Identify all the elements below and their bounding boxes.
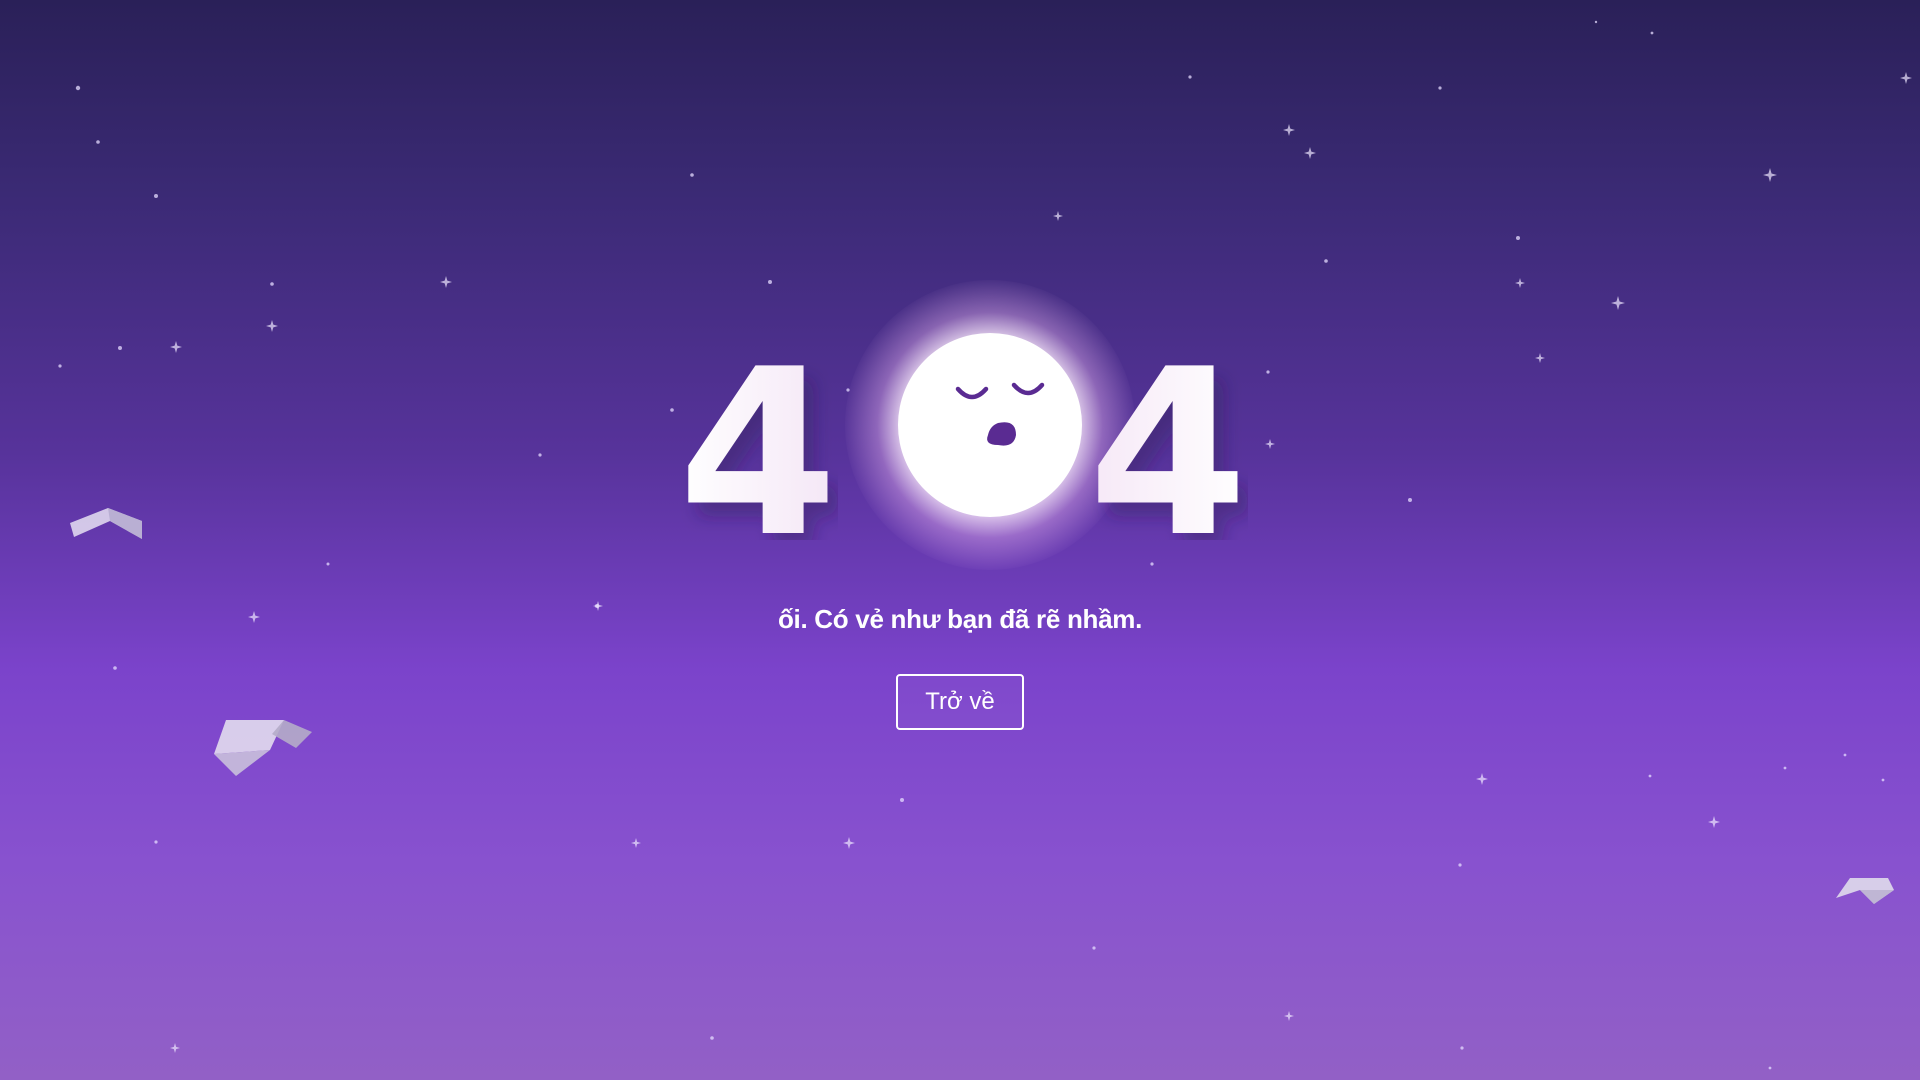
sparkle-star-icon [440,276,452,288]
star-dot [900,798,904,802]
star-dot [710,1036,714,1040]
sparkle-star-icon [1535,353,1545,363]
error-code-404: 4 4 [660,280,1260,570]
star-dot [1458,863,1462,867]
sparkle-star-icon [170,1043,180,1053]
star-dot [1768,1066,1772,1070]
sparkle-star-icon [1283,124,1295,136]
paper-shard-icon [1836,878,1894,904]
star-dot [1460,1046,1464,1050]
sparkle-star-icon [170,341,182,353]
star-dot [75,85,81,91]
sparkle-star-icon [1265,439,1275,449]
error-code-digit-first: 4 [678,340,838,540]
sparkle-star-icon [1053,211,1063,221]
star-dot [113,666,117,670]
sparkle-star-icon [1304,147,1316,159]
star-dot [270,282,274,286]
star-dot [1266,370,1270,374]
error-code-digit-last: 4 [1088,340,1248,540]
star-dot [1324,259,1328,263]
star-dot [1648,774,1652,778]
star-dot [538,453,542,457]
star-dot [154,194,158,198]
sparkle-star-icon [843,837,855,849]
sparkle-star-icon [1515,278,1525,288]
svg-text:4: 4 [678,340,838,540]
star-dot [690,173,694,177]
sparkle-star-icon [1476,773,1488,785]
paper-shard-icon [70,508,142,539]
star-dot [1516,236,1520,240]
star-dot [326,562,330,566]
star-dot [96,140,100,144]
star-dot [1438,86,1442,90]
star-dot [1408,498,1412,502]
sparkle-star-icon [266,320,278,332]
star-dot [1783,766,1787,770]
sparkle-star-icon [1763,168,1777,182]
star-dot [58,364,62,368]
star-dot [1092,946,1096,950]
star-dot [768,280,772,284]
star-dot [1188,75,1192,79]
sparkle-star-icon [1284,1011,1294,1021]
star-dot [154,840,158,844]
sparkle-star-icon [1708,816,1720,828]
error-message: ối. Có vẻ như bạn đã rẽ nhầm. [777,604,1143,634]
back-button[interactable]: Trở về [896,674,1024,730]
star-dot [1150,562,1154,566]
star-dot [1881,778,1885,782]
star-dot [1594,20,1598,24]
svg-text:4: 4 [1088,340,1248,540]
sparkle-star-icon [1900,72,1912,84]
sparkle-star-icon [1611,296,1625,310]
sleeping-moon-icon [898,333,1082,517]
star-dot [118,346,122,350]
sparkle-star-icon [631,838,641,848]
star-dot [1843,753,1847,757]
star-dot [1650,31,1654,35]
paper-shard-icon [214,720,312,776]
